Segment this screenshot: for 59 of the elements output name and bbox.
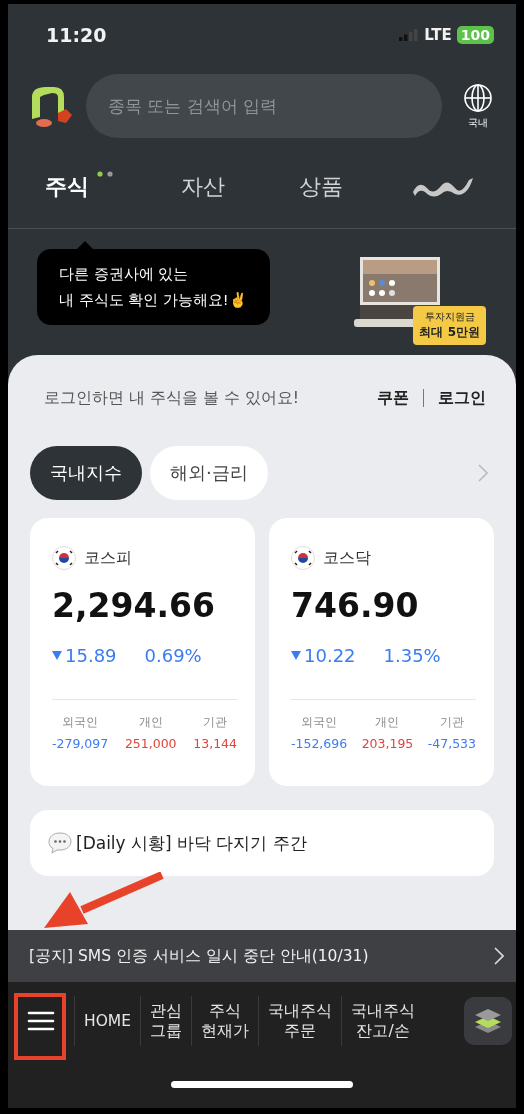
page-dots-icon	[97, 171, 113, 177]
nav-item[interactable]: 국내주식 잔고/손	[341, 996, 425, 1046]
investor-net-value: 251,000	[124, 736, 177, 751]
search-field[interactable]: 종목 또는 검색어 입력	[86, 74, 442, 138]
tooltip-pointer	[77, 241, 93, 249]
investor-label: 개인	[375, 714, 400, 731]
investor-net-value: -152,696	[291, 736, 348, 751]
index-name: 코스닥	[323, 547, 371, 569]
index-change: 10.22	[304, 645, 356, 666]
index-value: 2,294.66	[52, 586, 216, 625]
investor-label: 외국인	[301, 714, 338, 731]
tab[interactable]: 자산	[175, 167, 231, 207]
header-link[interactable]: 로그인	[438, 387, 486, 409]
index-card[interactable]: 코스닥 746.90 10.22 1.35% 외국인 -152,696 개인 203,195 기관 -47,533	[269, 518, 494, 786]
index-change-percent: 0.69%	[144, 645, 202, 666]
news-headline: [Daily 시황] 바닥 다지기 주간	[76, 831, 307, 855]
speech-bubble-icon	[48, 832, 72, 854]
notice-bar[interactable]: [공지] SMS 인증 서비스 일시 중단 안내(10/31)	[8, 930, 516, 982]
index-change-percent: 1.35%	[383, 645, 441, 666]
index-tab[interactable]: 국내지수	[30, 446, 142, 500]
layers-icon	[473, 1007, 503, 1035]
investor-label: 기관	[203, 714, 228, 731]
index-value: 746.90	[291, 586, 420, 625]
investor-net-value: 13,144	[193, 736, 237, 751]
nav-item[interactable]: 국내주식 주문	[258, 996, 342, 1046]
index-name: 코스피	[84, 547, 132, 569]
index-change: 15.89	[65, 645, 117, 666]
chevron-right-icon	[494, 947, 504, 965]
login-prompt: 로그인하면 내 주식을 볼 수 있어요!	[44, 387, 299, 409]
notice-text: [공지] SMS 인증 서비스 일시 중단 안내(10/31)	[29, 945, 369, 967]
promo-badge[interactable]: 투자지원금 최대 5만원	[413, 306, 486, 345]
news-card[interactable]: [Daily 시황] 바닥 다지기 주간	[30, 810, 494, 876]
signal-icon	[399, 29, 420, 41]
badge-caption: 투자지원금	[424, 310, 475, 324]
tab[interactable]: 주식	[39, 167, 95, 207]
menu-icon	[27, 1010, 55, 1032]
investor-net-value: -279,097	[52, 736, 109, 751]
tab[interactable]: 상품	[293, 167, 349, 207]
index-card[interactable]: 코스피 2,294.66 15.89 0.69% 외국인 -279,097 개인 251,000 기관 13,144	[30, 518, 255, 786]
badge-amount: 최대 5만원	[419, 324, 480, 341]
flag-icon	[291, 546, 315, 570]
header-link[interactable]: 쿠폰	[377, 387, 409, 409]
region-label: 국내	[468, 115, 488, 130]
tooltip: 다른 증권사에 있는 내 주식도 확인 가능해요!✌	[37, 249, 270, 325]
flag-icon	[52, 546, 76, 570]
nav-item[interactable]: HOME	[74, 996, 141, 1046]
investor-label: 기관	[439, 714, 464, 731]
network-label: LTE	[424, 26, 452, 44]
globe-icon[interactable]	[463, 82, 493, 113]
nav-item[interactable]: 관심 그룹	[140, 996, 192, 1046]
status-time: 11:20	[46, 24, 107, 46]
nav-item[interactable]: 주식 현재가	[191, 996, 259, 1046]
investor-net-value: 203,195	[361, 736, 414, 751]
battery-indicator: 100	[456, 26, 494, 44]
index-tab[interactable]: 해외·금리	[150, 446, 268, 500]
investor-net-value: -47,533	[427, 736, 476, 751]
layers-button[interactable]	[464, 997, 512, 1045]
investor-label: 개인	[138, 714, 163, 731]
investor-label: 외국인	[62, 714, 99, 731]
